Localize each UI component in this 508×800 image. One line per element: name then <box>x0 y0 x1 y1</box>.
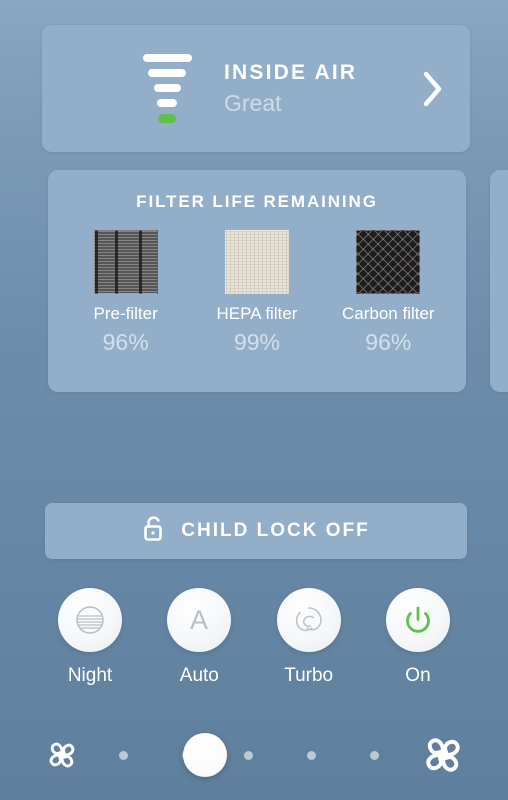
svg-text:A: A <box>190 605 208 635</box>
inside-air-status: Great <box>224 89 282 116</box>
mode-button-on[interactable]: On <box>370 588 466 687</box>
unlocked-padlock-icon <box>142 514 166 548</box>
mode-button-auto[interactable]: A Auto <box>151 588 247 687</box>
filter-item-pre[interactable]: Pre-filter 96% <box>64 230 188 356</box>
fan-speed-step-5[interactable] <box>370 750 380 760</box>
air-purifier-control-screen: INSIDE AIR Great FILTER LIFE REMAINING P… <box>0 0 508 800</box>
mode-button-row: Night A Auto Turbo On <box>42 588 466 687</box>
filter-percentage: 96% <box>102 329 149 355</box>
auto-mode-icon: A <box>167 588 232 652</box>
air-quality-bars-icon <box>130 54 204 123</box>
power-icon <box>385 588 450 652</box>
fan-small-icon[interactable] <box>42 735 82 775</box>
inside-air-text-group: INSIDE AIR Great <box>224 61 410 117</box>
fan-speed-track[interactable] <box>92 733 406 777</box>
pre-filter-thumbnail <box>93 230 158 294</box>
filter-card-title: FILTER LIFE REMAINING <box>136 192 378 211</box>
filter-item-hepa[interactable]: HEPA filter 99% <box>195 230 319 356</box>
night-mode-icon <box>58 588 122 652</box>
hepa-filter-thumbnail <box>224 230 289 294</box>
air-quality-bar-2 <box>157 99 177 107</box>
fan-speed-step-1[interactable] <box>118 750 128 760</box>
filter-life-card[interactable]: FILTER LIFE REMAINING Pre-filter 96% HEP… <box>48 170 466 392</box>
mode-label: Auto <box>179 665 219 686</box>
chevron-right-icon[interactable] <box>410 71 456 107</box>
fan-speed-step-3[interactable] <box>244 750 254 760</box>
air-quality-bar-5 <box>142 54 192 62</box>
filter-item-carbon[interactable]: Carbon filter 96% <box>326 230 450 356</box>
inside-air-title: INSIDE AIR <box>224 60 358 84</box>
next-card-peek[interactable] <box>490 170 508 392</box>
air-quality-bar-3 <box>153 84 181 92</box>
mode-button-turbo[interactable]: Turbo <box>261 588 357 687</box>
fan-speed-step-4[interactable] <box>307 750 317 760</box>
filter-percentage: 99% <box>233 329 280 355</box>
fan-speed-slider[interactable] <box>42 726 470 784</box>
mode-label: Night <box>67 665 113 686</box>
filter-percentage: 96% <box>365 329 412 355</box>
filter-name: Carbon filter <box>342 304 435 323</box>
child-lock-toggle[interactable]: CHILD LOCK OFF <box>45 503 467 559</box>
filter-name: HEPA filter <box>216 304 298 323</box>
mode-button-night[interactable]: Night <box>42 588 138 687</box>
mode-label: Turbo <box>284 665 334 686</box>
inside-air-card[interactable]: INSIDE AIR Great <box>42 25 470 152</box>
filter-name: Pre-filter <box>93 304 158 323</box>
fan-large-icon[interactable] <box>416 728 470 782</box>
carbon-filter-thumbnail <box>356 230 421 294</box>
child-lock-label: CHILD LOCK OFF <box>181 520 370 541</box>
turbo-swirl-icon <box>276 588 341 652</box>
mode-label: On <box>405 665 431 686</box>
air-quality-bar-4 <box>148 69 186 77</box>
filter-list: Pre-filter 96% HEPA filter 99% Carbon fi… <box>48 230 466 356</box>
air-quality-bar-1-active <box>158 114 176 123</box>
fan-speed-thumb[interactable] <box>183 733 227 777</box>
